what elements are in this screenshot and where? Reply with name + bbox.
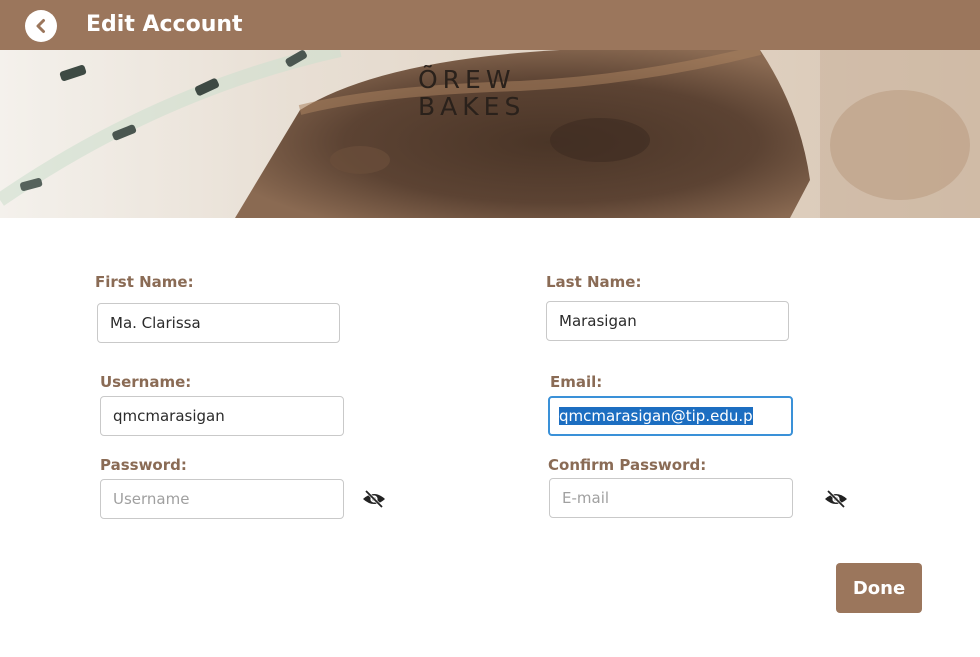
edit-account-window: Edit Account ÕREW BAKES First Name: Ma. … (0, 0, 980, 657)
logo-line-1: ÕREW (418, 65, 516, 94)
brand-logo: ÕREW BAKES (418, 66, 558, 120)
username-field[interactable]: qmcmarasigan (100, 396, 344, 436)
done-button[interactable]: Done (836, 563, 922, 613)
email-field[interactable]: qmcmarasigan@tip.edu.p (548, 396, 793, 436)
logo-line-2: BAKES (418, 92, 526, 121)
password-field[interactable]: Username (100, 479, 344, 519)
first-name-field[interactable]: Ma. Clarissa (97, 303, 340, 343)
username-label: Username: (100, 373, 192, 391)
header-bar: Edit Account (0, 0, 980, 50)
first-name-label: First Name: (95, 273, 194, 291)
email-value: qmcmarasigan@tip.edu.p (559, 407, 753, 425)
banner-image: ÕREW BAKES (0, 50, 980, 218)
back-button[interactable] (25, 10, 57, 42)
chevron-left-icon (36, 19, 45, 33)
last-name-field[interactable]: Marasigan (546, 301, 789, 341)
page-title: Edit Account (86, 12, 243, 37)
eye-slash-icon[interactable] (823, 489, 849, 509)
last-name-label: Last Name: (546, 273, 642, 291)
eye-slash-icon[interactable] (361, 489, 387, 509)
email-label: Email: (550, 373, 603, 391)
confirm-password-label: Confirm Password: (548, 456, 707, 474)
confirm-password-field[interactable]: E-mail (549, 478, 793, 518)
password-label: Password: (100, 456, 187, 474)
